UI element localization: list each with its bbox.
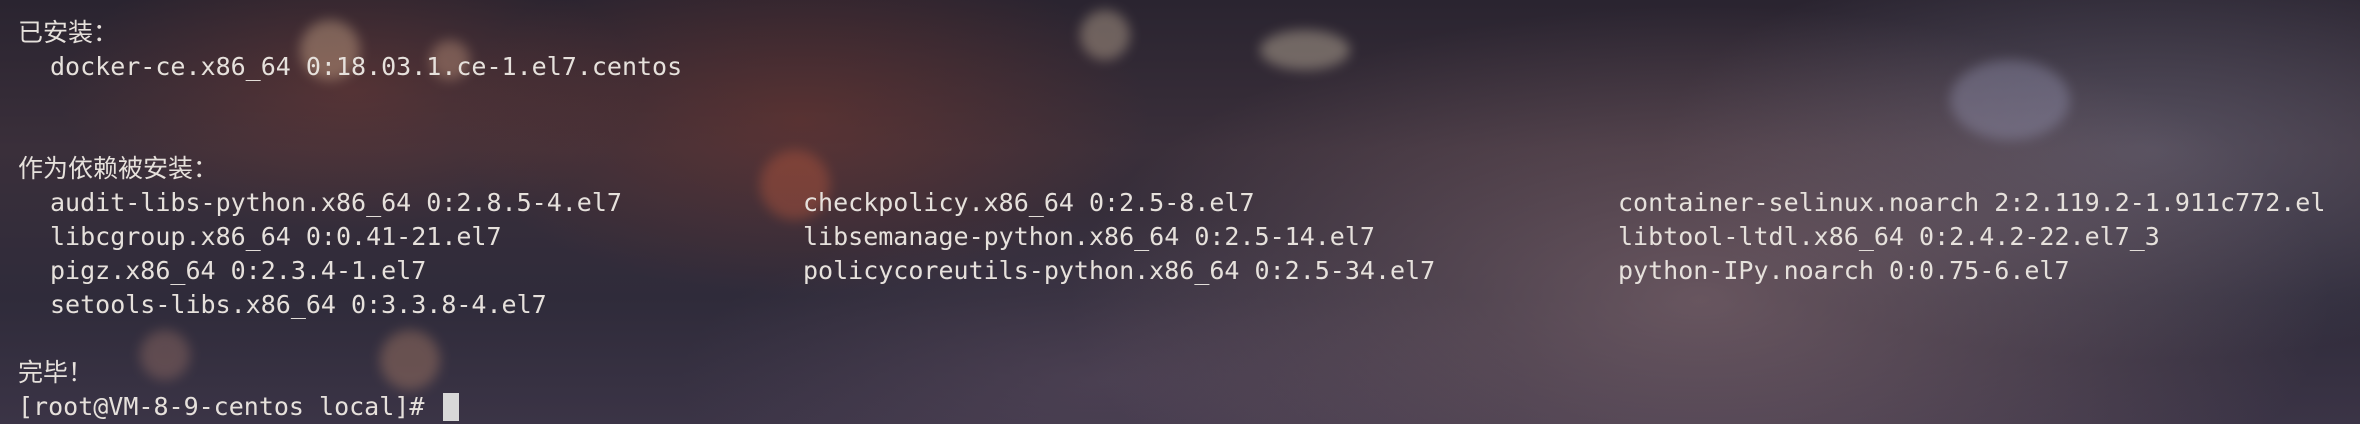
- dependency-package: audit-libs-python.x86_64 0:2.8.5-4.el7: [50, 188, 622, 217]
- dependency-package: libtool-ltdl.x86_64 0:2.4.2-22.el7_3: [1618, 222, 2160, 251]
- text-cursor[interactable]: [443, 393, 460, 421]
- dependency-row: pigz.x86_64 0:2.3.4-1.el7 policycoreutil…: [18, 254, 2360, 288]
- dependency-package: libcgroup.x86_64 0:0.41-21.el7: [50, 222, 502, 251]
- dependency-package: policycoreutils-python.x86_64 0:2.5-34.e…: [803, 256, 1436, 285]
- dependency-header: 作为依赖被安装：: [18, 154, 219, 183]
- terminal-window[interactable]: 已安装： docker-ce.x86_64 0:18.03.1.ce-1.el7…: [0, 0, 2360, 424]
- dependency-row: setools-libs.x86_64 0:3.3.8-4.el7: [18, 288, 2360, 322]
- dependency-package: libsemanage-python.x86_64 0:2.5-14.el7: [803, 222, 1375, 251]
- dependency-package: container-selinux.noarch 2:2.119.2-1.911…: [1618, 188, 2326, 217]
- dependency-package: setools-libs.x86_64 0:3.3.8-4.el7: [50, 290, 547, 319]
- shell-prompt: [root@VM-8-9-centos local]#: [18, 392, 440, 421]
- installed-header: 已安装：: [18, 18, 119, 47]
- done-message: 完毕！: [18, 358, 94, 387]
- installed-package: docker-ce.x86_64 0:18.03.1.ce-1.el7.cent…: [50, 52, 683, 81]
- dependency-row: libcgroup.x86_64 0:0.41-21.el7 libsemana…: [18, 220, 2360, 254]
- dependency-package: checkpolicy.x86_64 0:2.5-8.el7: [803, 188, 1255, 217]
- command-prompt-line[interactable]: [root@VM-8-9-centos local]#: [18, 390, 2360, 424]
- dependency-package: python-IPy.noarch 0:0.75-6.el7: [1618, 256, 2070, 285]
- dependency-row: audit-libs-python.x86_64 0:2.8.5-4.el7 c…: [18, 186, 2360, 220]
- dependency-package: pigz.x86_64 0:2.3.4-1.el7: [50, 256, 427, 285]
